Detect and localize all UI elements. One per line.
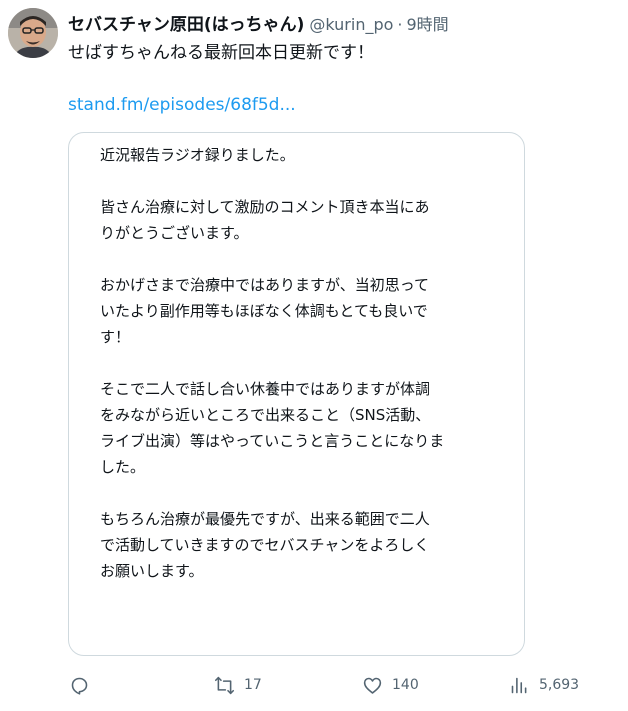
heart-icon — [363, 677, 382, 694]
card-line: す！ — [100, 328, 131, 346]
analytics-icon — [511, 677, 527, 693]
card-line: そこで二人で話し合い休養中ではありますが体調 — [100, 380, 431, 398]
action-bar: 17 140 5,693 — [0, 668, 628, 702]
card-line: した。 — [100, 458, 146, 476]
tweet[interactable]: セバスチャン原田(はっちゃん) @kurin_po · 9時間 せばすちゃんねる… — [0, 0, 628, 711]
retweet-icon — [214, 676, 235, 694]
card-line: ライブ出演）等はやっていこうと言うことになりま — [100, 432, 445, 450]
views-count: 5,693 — [539, 677, 580, 693]
reply-icon — [71, 677, 88, 695]
retweet-count: 17 — [244, 677, 262, 693]
display-name[interactable]: セバスチャン原田(はっちゃん) — [68, 10, 304, 35]
timestamp[interactable]: 9時間 — [407, 11, 449, 35]
avatar[interactable] — [8, 8, 58, 58]
card-line: もちろん治療が最優先ですが、出来る範囲で二人 — [100, 510, 430, 528]
card-line: おかげさまで治療中ではありますが、当初思って — [100, 276, 429, 294]
card-line: で活動していきますのでセバスチャンをよろしく — [100, 536, 430, 554]
card-line: いたより副作用等もほぼなく体調もとても良いで — [100, 302, 428, 320]
card-line: 皆さん治療に対して激励のコメント頂き本当にあ — [100, 198, 430, 216]
card-paragraph: そこで二人で話し合い休養中ではありますが体調 をみながら近いところで出来ること（S… — [100, 376, 505, 480]
card-text: 近況報告ラジオ録りました。皆さん治療に対して激励のコメント頂き本当にあ りがとうご… — [100, 142, 505, 584]
card-paragraph: 皆さん治療に対して激励のコメント頂き本当にあ りがとうございます。 — [100, 194, 505, 246]
like-count: 140 — [392, 677, 419, 693]
card-paragraph: おかげさまで治療中ではありますが、当初思って いたより副作用等もほぼなく体調もとて… — [100, 272, 505, 350]
tweet-link[interactable]: stand.fm/episodes/68f5d... — [68, 93, 296, 117]
card-line: 近況報告ラジオ録りました。 — [100, 146, 295, 164]
separator-dot: · — [397, 15, 403, 34]
like-button[interactable]: 140 — [362, 668, 419, 702]
reply-button[interactable] — [69, 668, 99, 702]
tweet-header: セバスチャン原田(はっちゃん) @kurin_po · 9時間 — [68, 10, 449, 35]
card-paragraph: もちろん治療が最優先ですが、出来る範囲で二人 で活動していきますのでセバスチャンを… — [100, 506, 505, 584]
tweet-text: せばすちゃんねる最新回本日更新です！ — [68, 43, 374, 63]
card-line: りがとうございます。 — [100, 224, 249, 242]
embedded-card[interactable]: 近況報告ラジオ録りました。皆さん治療に対して激励のコメント頂き本当にあ りがとうご… — [68, 132, 525, 656]
card-line: をみながら近いところで出来ること（SNS活動、 — [100, 406, 431, 424]
handle[interactable]: @kurin_po — [309, 15, 393, 34]
avatar-image — [8, 8, 58, 58]
card-line: お願いします。 — [100, 562, 204, 580]
card-paragraph: 近況報告ラジオ録りました。 — [100, 142, 505, 168]
retweet-button[interactable]: 17 — [214, 668, 262, 702]
views-button[interactable]: 5,693 — [509, 668, 579, 702]
